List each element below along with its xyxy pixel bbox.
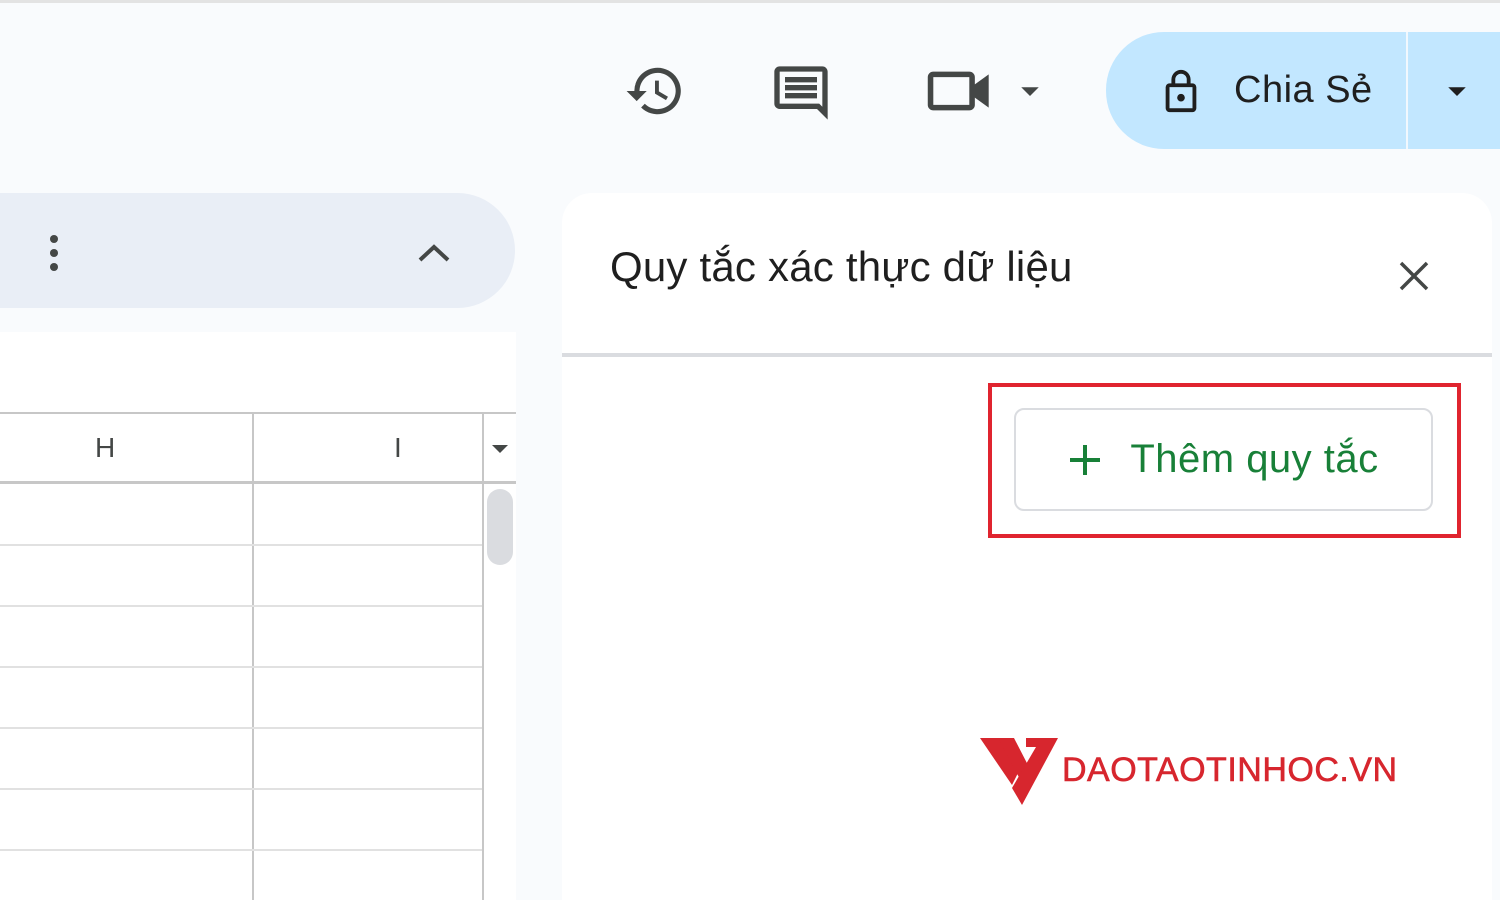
row-divider	[0, 605, 482, 607]
add-rule-button[interactable]: Thêm quy tắc	[1014, 408, 1433, 511]
column-header-i[interactable]: I	[254, 414, 482, 481]
close-panel-button[interactable]	[1388, 250, 1440, 302]
share-button-group: Chia Sẻ	[1106, 32, 1500, 149]
close-icon	[1399, 261, 1429, 291]
chevron-down-icon	[1021, 87, 1039, 96]
caret-down-icon	[1448, 86, 1466, 96]
watermark-logo: DAOTAOTINHOC.VN	[978, 733, 1398, 807]
vertical-scrollbar[interactable]	[487, 489, 513, 565]
row-divider	[0, 727, 482, 729]
row-divider	[0, 666, 482, 668]
add-rule-label: Thêm quy tắc	[1130, 437, 1379, 481]
chevron-up-icon	[418, 244, 450, 262]
column-divider	[482, 412, 484, 900]
top-border	[0, 0, 1500, 3]
panel-title: Quy tắc xác thực dữ liệu	[610, 243, 1073, 290]
formatting-toolbar	[0, 193, 515, 308]
video-icon	[927, 71, 989, 111]
column-dropdown-button[interactable]	[484, 414, 516, 481]
lock-icon	[1165, 69, 1197, 112]
row-divider	[0, 849, 482, 851]
collapse-toolbar-button[interactable]	[405, 227, 463, 279]
column-header-row: H I	[0, 412, 516, 484]
more-options-button[interactable]	[30, 223, 78, 283]
row-divider	[0, 788, 482, 790]
share-label: Chia Sẻ	[1234, 69, 1373, 111]
comments-button[interactable]	[766, 60, 836, 126]
caret-down-icon	[492, 444, 508, 453]
column-header-h[interactable]: H	[0, 414, 252, 481]
plus-icon	[1070, 444, 1101, 475]
row-divider	[0, 544, 482, 546]
brand-logo-icon	[980, 738, 1058, 805]
column-divider	[252, 412, 254, 900]
share-dropdown-button[interactable]	[1408, 32, 1500, 149]
comment-icon	[774, 66, 828, 120]
version-history-button[interactable]	[618, 58, 692, 124]
meet-button[interactable]	[920, 58, 1050, 124]
watermark-text: DAOTAOTINHOC.VN	[1062, 750, 1398, 789]
panel-divider	[562, 353, 1492, 357]
history-icon	[626, 67, 681, 115]
share-button[interactable]: Chia Sẻ	[1106, 32, 1406, 149]
more-vert-icon	[50, 235, 58, 271]
